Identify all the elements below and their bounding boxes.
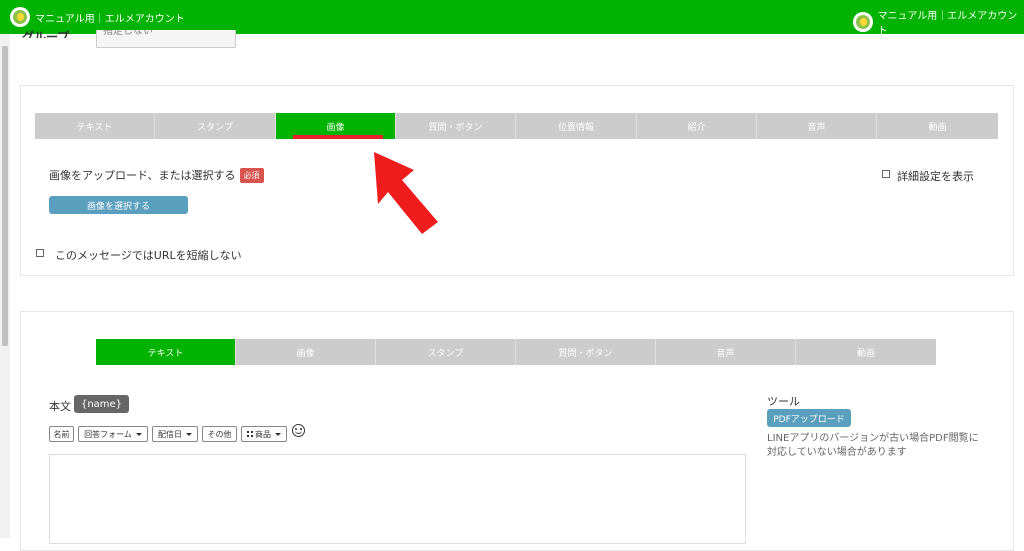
account-brand-left[interactable]: マニュアル用｜エルメアカウント [10,7,185,27]
tab-video[interactable]: 動画 [796,339,936,365]
select-image-button[interactable]: 画像を選択する [49,196,188,214]
grid-icon [247,431,253,437]
other-label: その他 [207,429,232,439]
pdf-upload-button[interactable]: PDFアップロード [767,409,851,427]
account-brand-right[interactable]: マニュアル用｜エルメアカウント [853,7,1024,37]
tab-stamp[interactable]: スタンプ [155,113,276,139]
required-badge: 必須 [239,168,264,183]
tab-stamp[interactable]: スタンプ [376,339,516,365]
message-body-textarea[interactable] [49,454,746,544]
account-name-right: マニュアル用｜エルメアカウント [877,11,1018,37]
upload-image-text: 画像をアップロード、または選択する [49,169,236,182]
emoji-smiley-icon[interactable] [292,424,305,437]
top-header-bar: マニュアル用｜エルメアカウント マニュアル用｜エルメアカウント [0,0,1024,37]
account-logo-icon [853,12,873,32]
group-select-cutoff[interactable]: 指定しない [96,30,236,48]
message2-tabs: テキスト 画像 スタンプ 質問・ボタン 音声 動画 [96,339,936,365]
delivery-date-dropdown[interactable]: 配信日 [152,426,198,442]
account-logo-icon [10,7,30,27]
upload-image-label: 画像をアップロード、または選択する 必須 [49,167,264,183]
message1-tabs: テキスト スタンプ 画像 質問・ボタン 位置情報 紹介 音声 動画 [35,113,998,139]
tools-title: ツール [767,395,800,408]
scrollbar-thumb[interactable] [2,46,8,346]
insert-name-button[interactable]: 名前 [49,426,74,442]
answer-form-label: 回答フォーム [84,429,132,439]
active-tab-highlight [293,135,383,139]
other-button[interactable]: その他 [202,426,237,442]
tab-image[interactable]: 画像 [236,339,376,365]
advanced-settings-checkbox[interactable] [882,170,890,178]
account-name-left: マニュアル用｜エルメアカウント [35,13,185,25]
name-tag-button[interactable]: {name} [74,395,129,413]
group-label-cutoff: グループ [22,30,70,38]
advanced-settings-label: 詳細設定を表示 [897,170,974,183]
tab-question-button[interactable]: 質問・ボタン [516,339,656,365]
tab-video[interactable]: 動画 [877,113,998,139]
answer-form-dropdown[interactable]: 回答フォーム [78,426,148,442]
tab-text[interactable]: テキスト [96,339,236,365]
tab-text[interactable]: テキスト [35,113,155,139]
tab-audio[interactable]: 音声 [656,339,796,365]
delivery-date-label: 配信日 [158,429,182,439]
pointer-arrow-icon [374,152,438,234]
caret-down-icon [135,432,142,436]
tab-location[interactable]: 位置情報 [516,113,637,139]
pdf-compatibility-note: LINEアプリのバージョンが古い場合PDF閲覧に対応していない場合があります [767,433,979,458]
tab-introduction[interactable]: 紹介 [637,113,757,139]
caret-down-icon [275,432,281,436]
page-scrollbar[interactable] [0,34,10,538]
no-shorten-url-label: このメッセージではURLを短縮しない [55,249,242,262]
tab-question-button[interactable]: 質問・ボタン [396,113,516,139]
tab-audio[interactable]: 音声 [757,113,877,139]
product-dropdown[interactable]: 商品 [241,426,287,442]
caret-down-icon [186,432,192,436]
insert-name-label: 名前 [53,429,70,439]
product-label: 商品 [255,429,271,439]
body-label: 本文 [49,400,71,413]
no-shorten-url-checkbox[interactable] [36,249,44,257]
